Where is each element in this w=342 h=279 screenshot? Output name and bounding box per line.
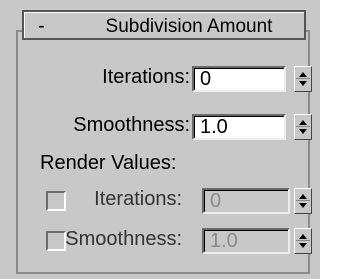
render-values-label: Render Values: [40, 152, 177, 174]
rollout-title: Subdivision Amount [105, 16, 273, 37]
spinner-up-icon[interactable] [299, 194, 307, 199]
subdivision-amount-rollout: - Subdivision Amount Iterations: 0 Smoot… [0, 0, 320, 279]
smoothness-field[interactable]: 1.0 [192, 114, 286, 140]
spinner-up-icon[interactable] [299, 120, 307, 125]
spinner-up-icon[interactable] [299, 72, 307, 77]
render-iterations-checkbox[interactable] [46, 191, 66, 211]
iterations-spinner[interactable] [294, 66, 312, 92]
render-iterations-spinner[interactable] [294, 188, 312, 214]
spinner-down-icon[interactable] [299, 203, 307, 208]
render-smoothness-label: Smoothness: [65, 228, 182, 250]
spinner-down-icon[interactable] [299, 243, 307, 248]
iterations-label: Iterations: [102, 66, 190, 88]
render-smoothness-field[interactable]: 1.0 [202, 228, 290, 254]
render-iterations-label: Iterations: [94, 188, 182, 210]
render-smoothness-checkbox[interactable] [46, 231, 66, 251]
smoothness-label: Smoothness: [73, 114, 190, 136]
spinner-up-icon[interactable] [299, 234, 307, 239]
spinner-down-icon[interactable] [299, 129, 307, 134]
rollout-header[interactable]: - Subdivision Amount [22, 10, 306, 40]
smoothness-spinner[interactable] [294, 114, 312, 140]
spinner-down-icon[interactable] [299, 81, 307, 86]
render-iterations-field[interactable]: 0 [202, 188, 290, 214]
collapse-icon[interactable]: - [38, 15, 45, 38]
iterations-field[interactable]: 0 [192, 66, 286, 92]
render-smoothness-spinner[interactable] [294, 228, 312, 254]
